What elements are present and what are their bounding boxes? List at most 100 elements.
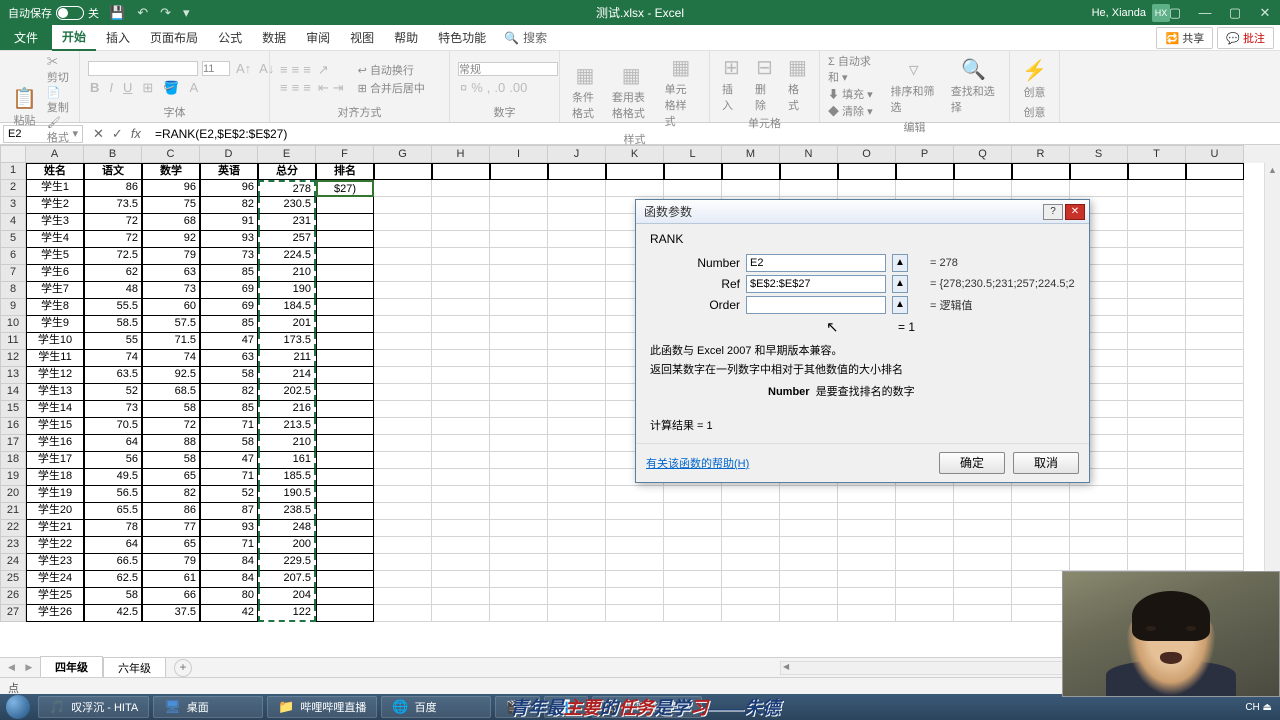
row-header[interactable]: 23 [0, 537, 26, 554]
col-header-N[interactable]: N [780, 145, 838, 163]
cell[interactable] [780, 520, 838, 537]
align-left-icon[interactable]: ≡ [280, 80, 288, 95]
cell[interactable] [432, 469, 490, 486]
cell[interactable]: 82 [142, 486, 200, 503]
cell[interactable]: 60 [142, 299, 200, 316]
cell[interactable] [316, 605, 374, 622]
cell[interactable] [316, 214, 374, 231]
cell[interactable] [896, 554, 954, 571]
number-format-select[interactable] [458, 62, 558, 76]
cell[interactable]: 学生21 [26, 520, 84, 537]
tab-file[interactable]: 文件 [0, 25, 52, 50]
cell[interactable] [1186, 503, 1244, 520]
percent-icon[interactable]: % [471, 80, 483, 95]
cell[interactable]: 88 [142, 435, 200, 452]
cell[interactable] [954, 554, 1012, 571]
cell[interactable] [896, 537, 954, 554]
cell[interactable] [548, 248, 606, 265]
cell[interactable]: 学生3 [26, 214, 84, 231]
cell[interactable] [548, 401, 606, 418]
cell[interactable] [490, 265, 548, 282]
cell[interactable] [954, 571, 1012, 588]
cell[interactable] [606, 180, 664, 197]
row-header[interactable]: 27 [0, 605, 26, 622]
cell[interactable] [548, 316, 606, 333]
arg-input-order[interactable] [746, 296, 886, 314]
cell[interactable] [606, 486, 664, 503]
cell[interactable]: 语文 [84, 163, 142, 180]
cell[interactable] [490, 605, 548, 622]
row-header[interactable]: 2 [0, 180, 26, 197]
cell[interactable]: 学生6 [26, 265, 84, 282]
cell[interactable]: 204 [258, 588, 316, 605]
cell[interactable] [432, 350, 490, 367]
cell[interactable] [1128, 333, 1186, 350]
cell[interactable] [838, 520, 896, 537]
cell[interactable] [374, 605, 432, 622]
fillcolor-icon[interactable]: 🪣 [163, 80, 179, 96]
row-header[interactable]: 9 [0, 299, 26, 316]
cell[interactable] [1128, 452, 1186, 469]
cell[interactable] [1128, 418, 1186, 435]
cell[interactable] [722, 571, 780, 588]
cell[interactable]: 63.5 [84, 367, 142, 384]
sort-filter-button[interactable]: ▿排序和筛选 [887, 55, 941, 117]
cell[interactable] [954, 520, 1012, 537]
row-header[interactable]: 20 [0, 486, 26, 503]
cell[interactable] [664, 554, 722, 571]
cell[interactable] [896, 503, 954, 520]
cell[interactable] [1012, 163, 1070, 180]
cell[interactable] [374, 503, 432, 520]
cell[interactable] [374, 180, 432, 197]
cell[interactable]: 总分 [258, 163, 316, 180]
cell[interactable]: 学生7 [26, 282, 84, 299]
undo-icon[interactable]: ↶ [137, 5, 148, 21]
col-header-D[interactable]: D [200, 145, 258, 163]
cell[interactable]: 71 [200, 469, 258, 486]
cell[interactable]: 72 [142, 418, 200, 435]
cell[interactable] [1012, 537, 1070, 554]
cell[interactable]: 122 [258, 605, 316, 622]
cell[interactable]: 学生26 [26, 605, 84, 622]
paste-button[interactable]: 📋粘贴 [8, 84, 41, 130]
cell[interactable] [432, 333, 490, 350]
cell[interactable]: 73.5 [84, 197, 142, 214]
cell[interactable] [780, 605, 838, 622]
cell[interactable]: 73 [200, 248, 258, 265]
add-sheet-button[interactable]: + [174, 659, 192, 677]
cell[interactable] [722, 520, 780, 537]
cell[interactable] [432, 163, 490, 180]
redo-icon[interactable]: ↷ [160, 5, 171, 21]
cell[interactable] [432, 197, 490, 214]
cell[interactable] [548, 197, 606, 214]
cell[interactable] [1186, 554, 1244, 571]
cell[interactable] [316, 554, 374, 571]
fontcolor-icon[interactable]: A [190, 80, 199, 96]
row-header[interactable]: 18 [0, 452, 26, 469]
cell[interactable] [838, 486, 896, 503]
cell[interactable]: 74 [84, 350, 142, 367]
cell[interactable] [432, 435, 490, 452]
cell[interactable] [374, 367, 432, 384]
cell[interactable] [316, 333, 374, 350]
cell[interactable] [1128, 503, 1186, 520]
cell[interactable]: 85 [200, 316, 258, 333]
dialog-titlebar[interactable]: 函数参数 ? ✕ [636, 200, 1089, 224]
cell[interactable] [490, 367, 548, 384]
cell[interactable] [432, 486, 490, 503]
cell[interactable] [316, 282, 374, 299]
row-header[interactable]: 6 [0, 248, 26, 265]
save-icon[interactable]: 💾 [109, 5, 125, 21]
cell[interactable] [432, 503, 490, 520]
col-header-E[interactable]: E [258, 145, 316, 163]
cell[interactable] [780, 486, 838, 503]
cell[interactable] [432, 520, 490, 537]
cell[interactable] [722, 163, 780, 180]
cell[interactable]: 211 [258, 350, 316, 367]
cancel-button[interactable]: 取消 [1013, 452, 1079, 474]
col-header-F[interactable]: F [316, 145, 374, 163]
cell[interactable] [374, 554, 432, 571]
cell[interactable] [606, 163, 664, 180]
cell[interactable]: 71 [200, 418, 258, 435]
cell[interactable]: 213.5 [258, 418, 316, 435]
